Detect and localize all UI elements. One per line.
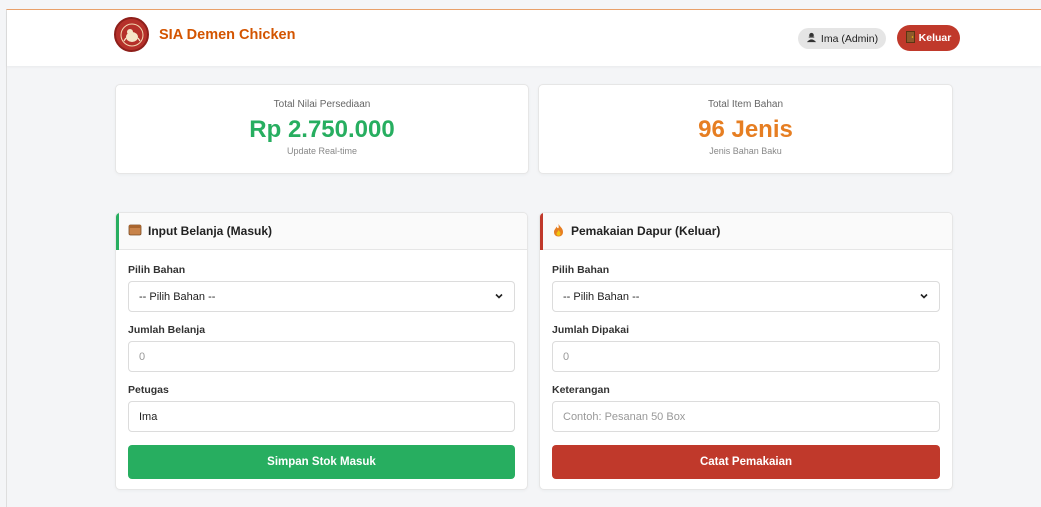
purchase-form-header: Input Belanja (Masuk) xyxy=(116,213,527,250)
box-icon xyxy=(128,223,142,240)
chevron-down-icon xyxy=(919,291,929,304)
record-usage-button[interactable]: Catat Pemakaian xyxy=(552,445,940,479)
usage-form-title: Pemakaian Dapur (Keluar) xyxy=(571,224,721,238)
bahan-label: Pilih Bahan xyxy=(552,264,610,276)
stat-card-item-count: Total Item Bahan 96 Jenis Jenis Bahan Ba… xyxy=(538,84,953,174)
petugas-value: Ima xyxy=(139,410,158,423)
logout-label: Keluar xyxy=(918,32,952,44)
jumlah-belanja-input[interactable]: 0 xyxy=(128,341,515,372)
door-icon xyxy=(905,30,915,46)
petugas-input[interactable]: Ima xyxy=(128,401,515,432)
jumlah-dipakai-input[interactable]: 0 xyxy=(552,341,940,372)
logout-button[interactable]: Keluar xyxy=(897,25,960,51)
stat-value: Rp 2.750.000 xyxy=(249,116,395,143)
keterangan-placeholder: Contoh: Pesanan 50 Box xyxy=(563,410,686,423)
bahan-select[interactable]: -- Pilih Bahan -- xyxy=(128,281,515,312)
save-stock-in-label: Simpan Stok Masuk xyxy=(267,456,376,468)
bahan-select[interactable]: -- Pilih Bahan -- xyxy=(552,281,940,312)
chevron-down-icon xyxy=(494,291,504,304)
stat-value: 96 Jenis xyxy=(698,116,793,143)
usage-form-card: Pemakaian Dapur (Keluar) Pilih Bahan -- … xyxy=(539,212,953,490)
brand-logo-icon xyxy=(114,17,149,52)
top-navbar: SIA Demen Chicken Ima (Admin) Keluar xyxy=(7,10,1041,66)
fire-icon xyxy=(552,223,565,240)
user-badge: Ima (Admin) xyxy=(798,28,886,49)
keterangan-input[interactable]: Contoh: Pesanan 50 Box xyxy=(552,401,940,432)
jumlah-label: Jumlah Belanja xyxy=(128,324,206,336)
stat-label: Total Item Bahan xyxy=(707,99,784,110)
petugas-label: Petugas xyxy=(128,384,169,396)
jumlah-placeholder: 0 xyxy=(563,350,570,363)
bahan-label: Pilih Bahan xyxy=(128,264,186,276)
usage-form-header: Pemakaian Dapur (Keluar) xyxy=(540,213,952,250)
jumlah-label: Jumlah Dipakai xyxy=(552,324,630,336)
purchase-form-title: Input Belanja (Masuk) xyxy=(148,224,273,238)
purchase-form-card: Input Belanja (Masuk) Pilih Bahan -- Pil… xyxy=(115,212,528,490)
user-name: Ima (Admin) xyxy=(820,32,879,45)
save-stock-in-button[interactable]: Simpan Stok Masuk xyxy=(128,445,515,479)
accent-bar xyxy=(540,213,543,250)
record-usage-label: Catat Pemakaian xyxy=(699,456,793,468)
user-icon xyxy=(806,32,817,46)
stat-card-inventory-value: Total Nilai Persediaan Rp 2.750.000 Upda… xyxy=(115,84,529,174)
jumlah-placeholder: 0 xyxy=(139,350,146,363)
bahan-select-value: -- Pilih Bahan -- xyxy=(139,290,216,303)
brand-title: SIA Demen Chicken xyxy=(159,26,296,43)
stat-sub: Update Real-time xyxy=(286,146,358,156)
stat-sub: Jenis Bahan Baku xyxy=(709,146,782,156)
brand[interactable]: SIA Demen Chicken xyxy=(114,17,295,52)
bahan-select-value: -- Pilih Bahan -- xyxy=(563,290,640,303)
keterangan-label: Keterangan xyxy=(552,384,610,396)
stat-label: Total Nilai Persediaan xyxy=(273,99,371,110)
accent-bar xyxy=(116,213,119,250)
